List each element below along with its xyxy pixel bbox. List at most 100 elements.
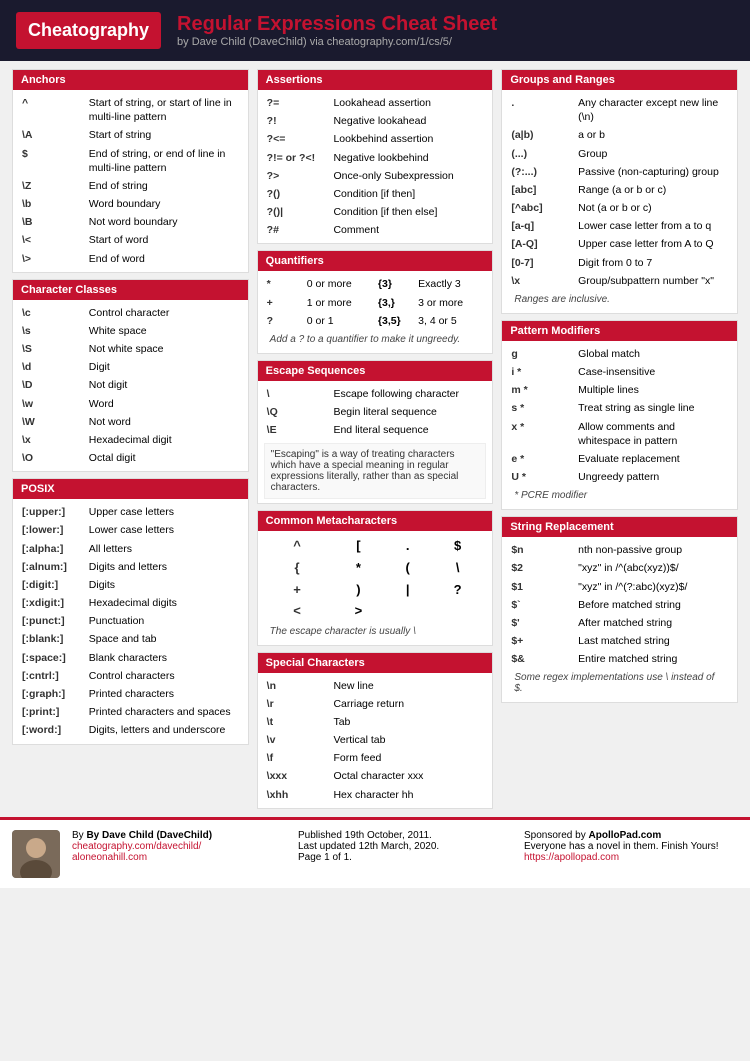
table-row: \fForm feed — [264, 749, 487, 767]
special-table: \nNew line \rCarriage return \tTab \vVer… — [264, 677, 487, 804]
page-title: Regular Expressions Cheat Sheet — [177, 13, 497, 36]
table-row: [:xdigit:]Hexadecimal digits — [19, 594, 242, 612]
special-header: Special Characters — [258, 653, 493, 673]
table-row: [:blank:]Space and tab — [19, 630, 242, 648]
escape-body: \Escape following character \QBegin lite… — [258, 381, 493, 504]
table-row: \AStart of string — [19, 126, 242, 144]
table-row: ^Start of string, or start of line in mu… — [19, 94, 242, 126]
escape-table: \Escape following character \QBegin lite… — [264, 385, 487, 440]
groups-body: .Any character except new line (\n) (a|b… — [502, 90, 737, 313]
footer: By By Dave Child (DaveChild) cheatograph… — [0, 817, 750, 888]
table-row: [A-Q]Upper case letter from A to Q — [508, 235, 731, 253]
section-pattern-mod: Pattern Modifiers gGlobal match i *Case-… — [501, 320, 738, 510]
pattern-mod-table: gGlobal match i *Case-insensitive m *Mul… — [508, 345, 731, 486]
table-row: \QBegin literal sequence — [264, 403, 487, 421]
table-row: [:cntrl:]Control characters — [19, 667, 242, 685]
sponsor-link[interactable]: https://apollopad.com — [524, 852, 619, 863]
table-row: +1 or more {3,}3 or more — [264, 294, 487, 312]
table-row: [^abc]Not (a or b or c) — [508, 199, 731, 217]
section-quantifiers: Quantifiers *0 or more {3}Exactly 3 +1 o… — [257, 250, 494, 354]
table-row: [abc]Range (a or b or c) — [508, 181, 731, 199]
section-escape: Escape Sequences \Escape following chara… — [257, 360, 494, 505]
posix-header: POSIX — [13, 479, 248, 499]
section-metachar: Common Metacharacters ^[.$ {*(\ +)|? <> — [257, 510, 494, 645]
table-row: \xxxOctal character xxx — [264, 767, 487, 785]
char-classes-header: Character Classes — [13, 280, 248, 300]
author-name: By Dave Child (DaveChild) — [86, 830, 212, 841]
footer-updated: Last updated 12th March, 2020. — [298, 841, 512, 852]
table-row: .Any character except new line (\n) — [508, 94, 731, 126]
pattern-mod-header: Pattern Modifiers — [502, 321, 737, 341]
table-row: $nnth non-passive group — [508, 541, 731, 559]
table-row: ?#Comment — [264, 221, 487, 239]
table-row: i *Case-insensitive — [508, 363, 731, 381]
table-row: \xhhHex character hh — [264, 786, 487, 804]
table-row: \BNot word boundary — [19, 213, 242, 231]
table-row: [:word:]Digits, letters and underscore — [19, 721, 242, 739]
author-link-1[interactable]: cheatography.com/davechild/ — [72, 841, 201, 852]
table-row: [:space:]Blank characters — [19, 649, 242, 667]
table-row: U *Ungreedy pattern — [508, 468, 731, 486]
anchors-header: Anchors — [13, 70, 248, 90]
page-subtitle: by Dave Child (DaveChild) via cheatograp… — [177, 36, 497, 48]
sponsor-desc: Everyone has a novel in them. Finish You… — [524, 841, 738, 852]
main-content: Anchors ^Start of string, or start of li… — [0, 61, 750, 817]
special-body: \nNew line \rCarriage return \tTab \vVer… — [258, 673, 493, 808]
table-row: ?=Lookahead assertion — [264, 94, 487, 112]
quantifiers-body: *0 or more {3}Exactly 3 +1 or more {3,}3… — [258, 271, 493, 353]
char-classes-table: \cControl character \sWhite space \SNot … — [19, 304, 242, 468]
table-row: $+Last matched string — [508, 632, 731, 650]
table-row: \DNot digit — [19, 376, 242, 394]
groups-note: Ranges are inclusive. — [508, 290, 731, 309]
string-replace-body: $nnth non-passive group $2"xyz" in /^(ab… — [502, 537, 737, 702]
table-row: gGlobal match — [508, 345, 731, 363]
groups-table: .Any character except new line (\n) (a|b… — [508, 94, 731, 290]
table-row: \>End of word — [19, 250, 242, 268]
header: Cheatography Regular Expressions Cheat S… — [0, 0, 750, 61]
table-row: ^[.$ — [264, 535, 487, 557]
author-link-2[interactable]: aloneonahill.com — [72, 852, 147, 863]
table-row: \OOctal digit — [19, 449, 242, 467]
table-row: [:digit:]Digits — [19, 576, 242, 594]
table-row: \WNot word — [19, 413, 242, 431]
table-row: ?<=Lookbehind assertion — [264, 130, 487, 148]
assertions-header: Assertions — [258, 70, 493, 90]
section-assertions: Assertions ?=Lookahead assertion ?!Negat… — [257, 69, 494, 244]
table-row: (...)Group — [508, 145, 731, 163]
table-row: (a|b)a or b — [508, 126, 731, 144]
table-row: \rCarriage return — [264, 695, 487, 713]
column-2: Assertions ?=Lookahead assertion ?!Negat… — [253, 69, 498, 809]
table-row: \Escape following character — [264, 385, 487, 403]
table-row: [:alnum:]Digits and letters — [19, 558, 242, 576]
table-row: {*(\ — [264, 557, 487, 579]
footer-author-block: By By Dave Child (DaveChild) cheatograph… — [72, 830, 286, 863]
pattern-mod-note: * PCRE modifier — [508, 486, 731, 505]
table-row: $2"xyz" in /^(abc(xyz))$/ — [508, 559, 731, 577]
table-row: [:lower:]Lower case letters — [19, 521, 242, 539]
table-row: ?()|Condition [if then else] — [264, 203, 487, 221]
table-row: $'After matched string — [508, 614, 731, 632]
header-title-block: Regular Expressions Cheat Sheet by Dave … — [177, 13, 497, 48]
table-row: \xGroup/subpattern number "x" — [508, 272, 731, 290]
footer-meta: Published 19th October, 2011. Last updat… — [298, 830, 512, 863]
table-row: [:upper:]Upper case letters — [19, 503, 242, 521]
pattern-mod-body: gGlobal match i *Case-insensitive m *Mul… — [502, 341, 737, 509]
metachar-note: The escape character is usually \ — [264, 622, 487, 641]
groups-header: Groups and Ranges — [502, 70, 737, 90]
table-row: (?:...)Passive (non-capturing) group — [508, 163, 731, 181]
posix-table: [:upper:]Upper case letters [:lower:]Low… — [19, 503, 242, 739]
metachar-table: ^[.$ {*(\ +)|? <> — [264, 535, 487, 621]
assertions-body: ?=Lookahead assertion ?!Negative lookahe… — [258, 90, 493, 243]
table-row: [:print:]Printed characters and spaces — [19, 703, 242, 721]
string-replace-table: $nnth non-passive group $2"xyz" in /^(ab… — [508, 541, 731, 668]
escape-header: Escape Sequences — [258, 361, 493, 381]
table-row: \cControl character — [19, 304, 242, 322]
author-avatar — [12, 830, 60, 878]
avatar-image — [12, 830, 60, 878]
logo-box: Cheatography — [16, 12, 161, 49]
section-anchors: Anchors ^Start of string, or start of li… — [12, 69, 249, 273]
footer-author: By By Dave Child (DaveChild) — [72, 830, 286, 841]
quantifiers-note: Add a ? to a quantifier to make it ungre… — [264, 330, 487, 349]
table-row: $`Before matched string — [508, 596, 731, 614]
footer-page: Page 1 of 1. — [298, 852, 512, 863]
